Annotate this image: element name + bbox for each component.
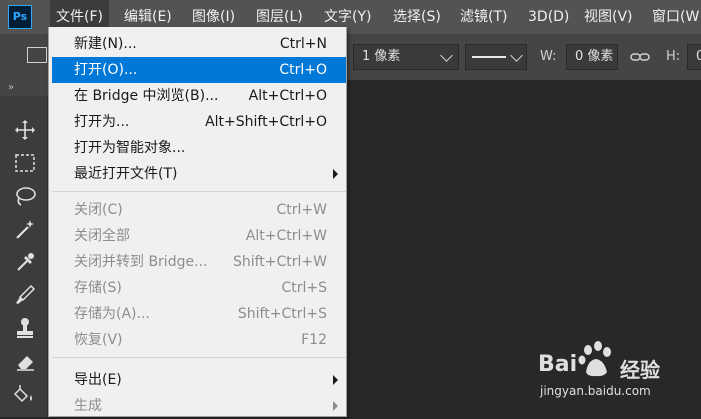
submenu-arrow-icon: [333, 375, 338, 385]
stamp-tool-icon[interactable]: [12, 316, 38, 340]
height-input[interactable]: 0: [687, 44, 701, 70]
menu-item-recent-files[interactable]: 最近打开文件(T): [52, 161, 346, 187]
menu-item-open[interactable]: 打开(O)... Ctrl+O: [52, 57, 346, 83]
menu-item-save-as[interactable]: 存储为(A)... Shift+Ctrl+S: [52, 301, 346, 327]
watermark-url: jingyan.baidu.com: [540, 384, 651, 398]
menu-view[interactable]: 视图(V): [578, 0, 639, 34]
width-input[interactable]: 0 像素: [566, 44, 618, 70]
menu-item-revert[interactable]: 恢复(V) F12: [52, 327, 346, 353]
watermark-brand-right: 经验: [620, 358, 660, 382]
rectangle-shape-icon[interactable]: [27, 47, 47, 63]
menu-window[interactable]: 窗口(W: [646, 0, 701, 34]
menu-select[interactable]: 选择(S): [387, 0, 447, 34]
menu-item-close[interactable]: 关闭(C) Ctrl+W: [52, 197, 346, 223]
menu-item-close-all[interactable]: 关闭全部 Alt+Ctrl+W: [52, 223, 346, 249]
menu-item-browse-in-bridge[interactable]: 在 Bridge 中浏览(B)... Alt+Ctrl+O: [52, 83, 346, 109]
height-label: H:: [666, 49, 681, 64]
watermark-brand-left: Bai: [538, 352, 578, 377]
stroke-line-icon: [472, 56, 506, 58]
submenu-arrow-icon: [333, 401, 338, 411]
photoshop-logo: Ps: [8, 5, 32, 29]
menu-3d[interactable]: 3D(D): [522, 0, 575, 34]
move-tool-icon[interactable]: [12, 118, 38, 142]
menu-item-generate[interactable]: 生成: [52, 393, 346, 419]
link-icon[interactable]: [630, 48, 650, 66]
marquee-tool-icon[interactable]: [12, 151, 38, 175]
menu-divider: [52, 357, 346, 358]
stroke-width-select[interactable]: 1 像素: [353, 44, 459, 70]
menu-item-open-as[interactable]: 打开为... Alt+Shift+Ctrl+O: [52, 109, 346, 135]
brush-tool-icon[interactable]: [12, 283, 38, 307]
lasso-tool-icon[interactable]: [12, 184, 38, 208]
magic-wand-tool-icon[interactable]: [12, 217, 38, 241]
menu-item-new[interactable]: 新建(N)... Ctrl+N: [52, 31, 346, 57]
menu-item-export[interactable]: 导出(E): [52, 367, 346, 393]
baidu-paw-icon: [576, 340, 618, 380]
menu-item-open-as-smart-object[interactable]: 打开为智能对象...: [52, 135, 346, 161]
menu-item-save[interactable]: 存储(S) Ctrl+S: [52, 275, 346, 301]
eraser-tool-icon[interactable]: [12, 349, 38, 373]
panel-collapse-handle[interactable]: »: [0, 80, 48, 96]
chevron-down-icon: [440, 49, 453, 62]
menu-filter[interactable]: 滤镜(T): [454, 0, 513, 34]
paint-bucket-tool-icon[interactable]: [12, 381, 38, 405]
stroke-type-select[interactable]: [465, 44, 527, 70]
menu-item-close-and-go-to-bridge[interactable]: 关闭并转到 Bridge... Shift+Ctrl+W: [52, 249, 346, 275]
chevron-down-icon: [510, 49, 523, 62]
menu-divider: [52, 191, 346, 192]
submenu-arrow-icon: [333, 169, 338, 179]
file-menu-dropdown: 新建(N)... Ctrl+N 打开(O)... Ctrl+O 在 Bridge…: [48, 27, 347, 417]
stroke-width-value: 1 像素: [362, 49, 401, 64]
eyedropper-tool-icon[interactable]: [12, 250, 38, 274]
width-label: W:: [540, 49, 557, 64]
